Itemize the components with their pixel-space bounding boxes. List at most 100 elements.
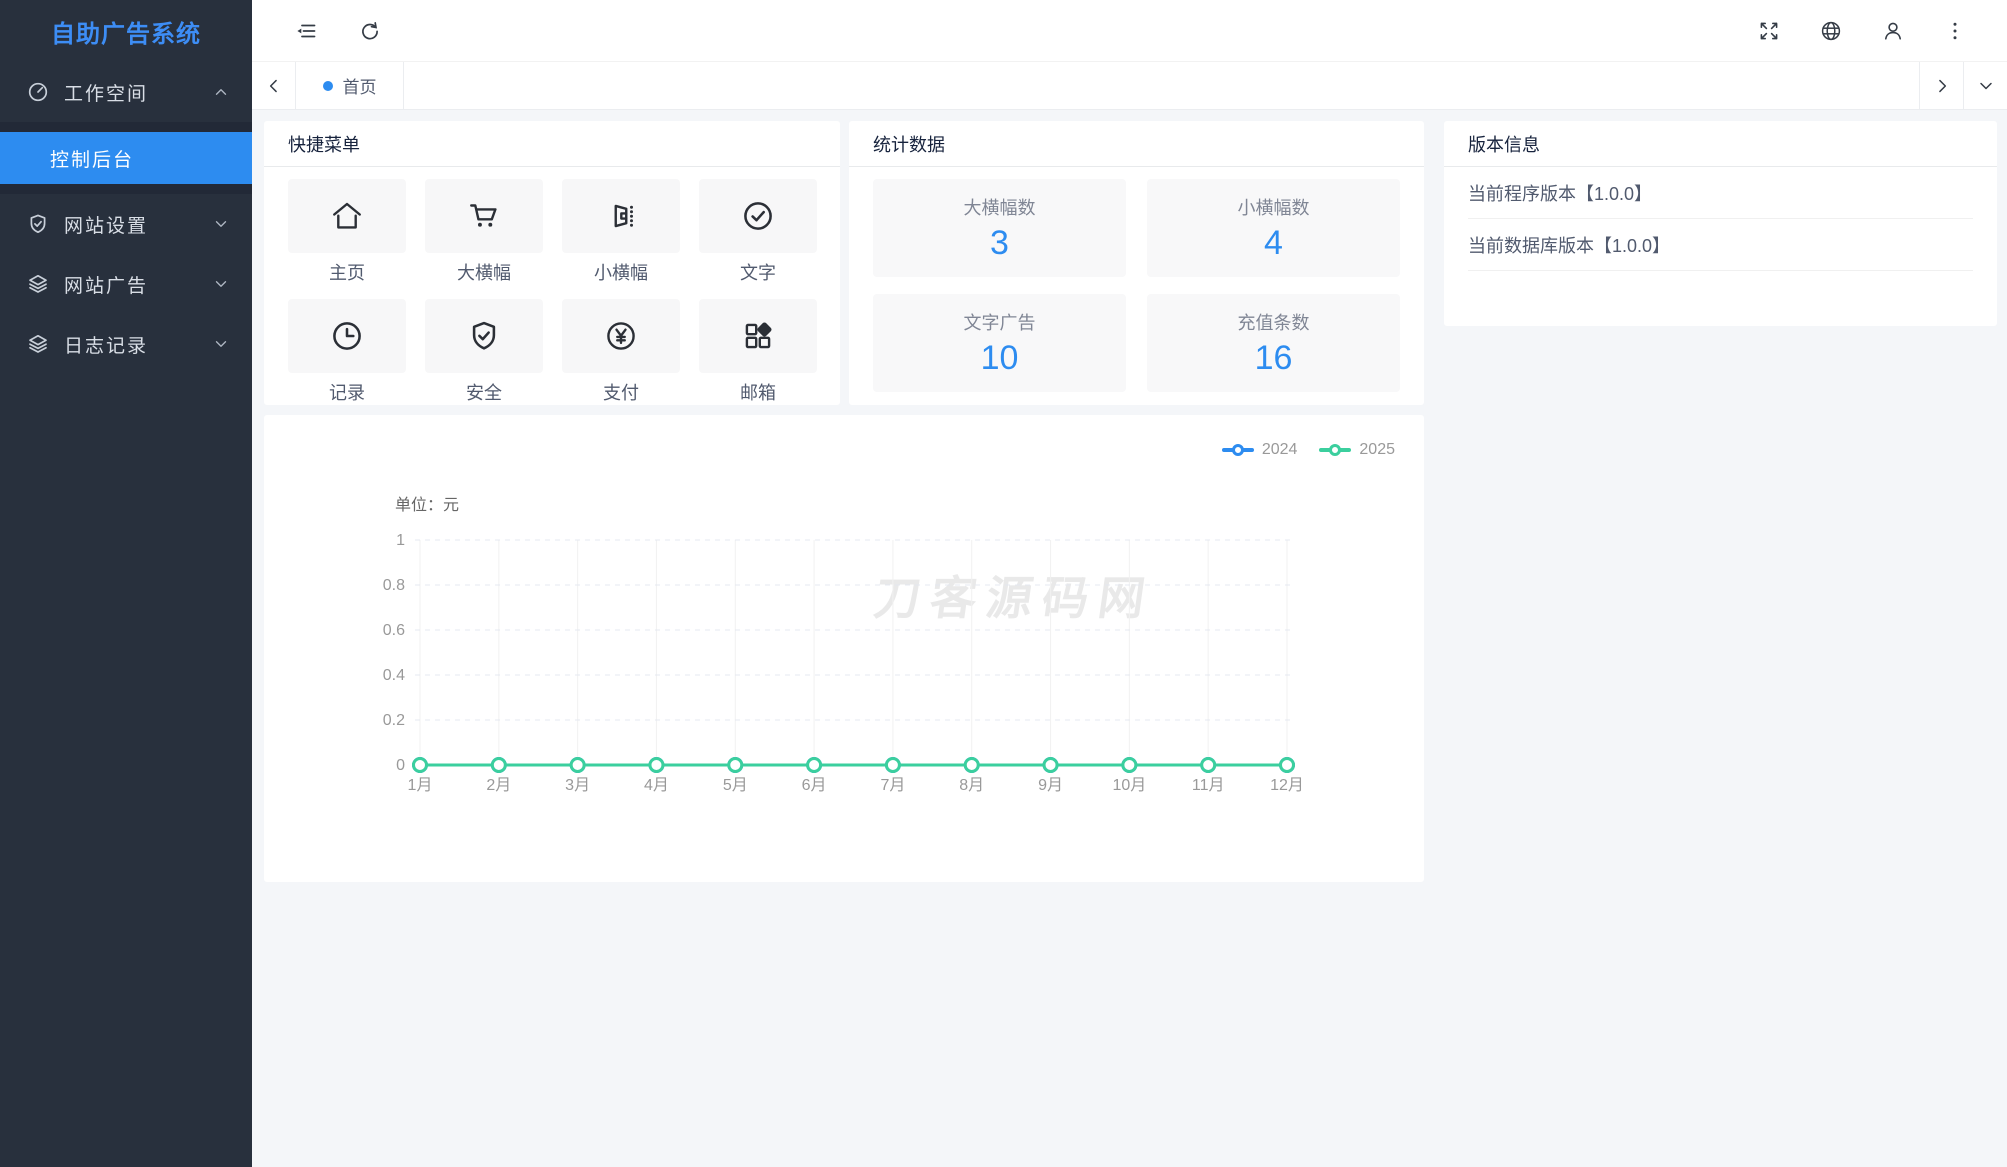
header-right	[1757, 19, 2007, 43]
quick-tile-payment[interactable]	[562, 299, 680, 373]
svg-text:3月: 3月	[565, 777, 590, 794]
chart-card: 2024 2025 单位：元 刀客源码网 0 0.2 0.4 0.6 0.8 1 1月 2月 3…	[264, 415, 1424, 882]
version-list: 当前程序版本【1.0.0】 当前数据库版本【1.0.0】	[1444, 167, 1997, 271]
clock-icon	[333, 322, 361, 350]
chevron-up-icon	[215, 89, 227, 95]
user-icon[interactable]	[1881, 19, 1905, 43]
quick-label: 文字	[740, 263, 776, 283]
quick-tile-text[interactable]	[699, 179, 817, 253]
svg-text:0.4: 0.4	[383, 667, 405, 684]
sidebar-item-logs[interactable]: 日志记录	[0, 314, 252, 374]
sidebar-item-label: 工作空间	[64, 83, 149, 105]
tabs-scroll-right-button[interactable]	[1919, 62, 1963, 109]
tabbar-spacer	[404, 62, 1919, 109]
quick-item-text: 文字	[699, 179, 817, 285]
stat-value: 3	[990, 223, 1009, 262]
quick-menu-grid: 主页 大横幅 小横幅 文字 记录 安全 支付 邮箱	[264, 167, 840, 405]
quick-tile-big-banner[interactable]	[425, 179, 543, 253]
tab-label: 首页	[342, 78, 377, 97]
quick-tile-home[interactable]	[288, 179, 406, 253]
dashboard-icon	[28, 82, 48, 102]
layers-icon	[29, 334, 47, 353]
quick-label: 安全	[466, 383, 502, 403]
sidebar-submenu-workspace: 控制后台	[0, 122, 252, 194]
chevron-down-icon	[1979, 82, 1992, 89]
top-header	[252, 0, 2007, 62]
quick-item-payment: 支付	[562, 299, 680, 405]
check-circle-icon	[744, 202, 772, 230]
svg-text:9月: 9月	[1038, 777, 1063, 794]
globe-icon[interactable]	[1819, 19, 1843, 43]
version-item-program: 当前程序版本【1.0.0】	[1468, 167, 1973, 219]
line-chart: 00.20.40.60.811月 2月 3月 4月 5月 6月 7月 8月 9月 10月 11月 12…	[383, 532, 1304, 794]
stats-grid: 大横幅数 3 小横幅数 4 文字广告 10 充值条数 16	[849, 167, 1424, 392]
svg-text:7月: 7月	[880, 777, 905, 794]
quick-menu-card: 快捷菜单 主页 大横幅 小横幅 文字 记录 安全 支付 邮箱	[264, 121, 840, 405]
menu-fold-icon[interactable]	[294, 19, 318, 43]
card-title: 统计数据	[849, 121, 1424, 167]
stat-value: 4	[1264, 223, 1283, 262]
stat-value: 10	[980, 338, 1019, 377]
stat-label: 文字广告	[963, 312, 1036, 333]
quick-item-mailbox: 邮箱	[699, 299, 817, 405]
svg-text:0.8: 0.8	[383, 577, 405, 594]
grid-app-icon	[745, 321, 773, 349]
svg-text:10月: 10月	[1112, 777, 1146, 794]
more-vertical-icon[interactable]	[1943, 19, 1967, 43]
refresh-icon[interactable]	[358, 19, 382, 43]
quick-label: 大横幅	[457, 263, 511, 283]
tab-home[interactable]: 首页	[296, 62, 404, 109]
tabs-menu-button[interactable]	[1963, 62, 2007, 109]
quick-tile-mailbox[interactable]	[699, 299, 817, 373]
sidebar: 自助广告系统 工作空间 控制后台 网站设置 网站广告 日志记录	[0, 0, 252, 1167]
svg-text:8月: 8月	[959, 777, 984, 794]
svg-text:1: 1	[396, 532, 405, 549]
sidebar-item-label: 网站设置	[64, 215, 149, 237]
chevron-down-icon	[215, 221, 227, 227]
app-screen: 自助广告系统 工作空间 控制后台 网站设置 网站广告 日志记录 首页 快捷菜单 …	[0, 0, 2007, 1167]
card-title: 快捷菜单	[264, 121, 840, 167]
tab-bar: 首页	[252, 62, 2007, 110]
chevron-down-icon	[215, 341, 227, 347]
app-logo: 自助广告系统	[51, 20, 201, 48]
quick-label: 邮箱	[740, 383, 776, 403]
quick-item-small-banner: 小横幅	[562, 179, 680, 285]
quick-tile-small-banner[interactable]	[562, 179, 680, 253]
svg-text:6月: 6月	[802, 777, 827, 794]
stat-recharge-count: 充值条数 16	[1147, 294, 1400, 392]
stat-big-banner-count: 大横幅数 3	[873, 179, 1126, 277]
quick-label: 支付	[603, 383, 639, 403]
cart-icon	[470, 204, 497, 228]
svg-text:0.2: 0.2	[383, 712, 405, 729]
fullscreen-icon[interactable]	[1757, 19, 1781, 43]
statistics-card: 统计数据 大横幅数 3 小横幅数 4 文字广告 10 充值条数 16	[849, 121, 1424, 405]
quick-label: 记录	[329, 383, 365, 403]
stat-label: 小横幅数	[1237, 197, 1310, 218]
banner-exit-icon	[614, 204, 635, 229]
chevron-left-icon	[269, 79, 277, 92]
quick-item-records: 记录	[288, 299, 406, 405]
svg-text:2月: 2月	[486, 777, 511, 794]
card-title: 版本信息	[1444, 121, 1997, 167]
sidebar-item-workspace[interactable]: 工作空间	[0, 62, 252, 122]
chevron-right-icon	[1938, 79, 1946, 92]
sidebar-item-site-settings[interactable]: 网站设置	[0, 194, 252, 254]
quick-label: 主页	[329, 263, 365, 283]
stat-label: 充值条数	[1237, 312, 1310, 333]
sidebar-item-label: 日志记录	[64, 335, 149, 357]
sidebar-item-label: 网站广告	[64, 275, 149, 297]
svg-text:1月: 1月	[408, 777, 433, 794]
home-icon	[333, 202, 361, 229]
stat-label: 大横幅数	[963, 197, 1036, 218]
layers-icon	[29, 274, 47, 293]
tabs-scroll-left-button[interactable]	[252, 62, 296, 109]
shield-check-icon	[30, 214, 46, 234]
quick-tile-security[interactable]	[425, 299, 543, 373]
sidebar-item-site-ads[interactable]: 网站广告	[0, 254, 252, 314]
quick-item-home: 主页	[288, 179, 406, 285]
chevron-down-icon	[215, 281, 227, 287]
quick-tile-records[interactable]	[288, 299, 406, 373]
yen-circle-icon	[607, 322, 635, 350]
quick-item-security: 安全	[425, 299, 543, 405]
sidebar-item-control-backend[interactable]: 控制后台	[0, 132, 252, 184]
